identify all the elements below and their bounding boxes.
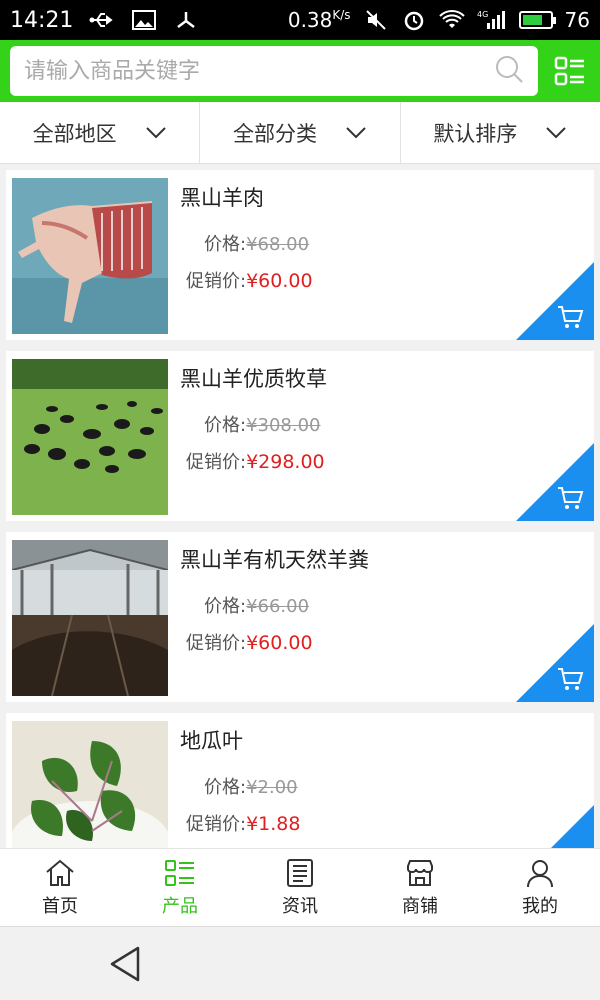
news-icon <box>287 858 313 887</box>
original-price: 价格:¥68.00 <box>204 234 310 255</box>
filter-sort[interactable]: 默认排序 <box>401 102 600 163</box>
tab-label: 产品 <box>162 895 198 917</box>
product-card[interactable]: 黑山羊肉 价格:¥68.00 促销价:¥60.00 <box>6 170 594 340</box>
system-nav-bar <box>0 926 600 1000</box>
original-price: 价格:¥66.00 <box>204 596 310 617</box>
wifi-icon <box>438 9 465 31</box>
product-card[interactable]: 黑山羊优质牧草 价格:¥308.00 促销价:¥298.00 <box>6 351 594 521</box>
sale-price: 促销价:¥60.00 <box>186 632 313 654</box>
tab-label: 商铺 <box>402 895 438 917</box>
cart-icon <box>558 668 584 690</box>
bottom-tab-bar: 首页 产品 资讯 商铺 我的 <box>0 848 600 926</box>
user-icon <box>527 859 553 887</box>
product-name: 黑山羊肉 <box>180 186 264 210</box>
home-icon <box>46 859 74 886</box>
battery-icon <box>518 11 556 29</box>
add-to-cart-button[interactable] <box>516 262 594 340</box>
add-to-cart-button[interactable] <box>516 624 594 702</box>
filter-label: 默认排序 <box>433 121 518 146</box>
shop-icon <box>407 859 433 886</box>
chevron-down-icon <box>346 126 366 138</box>
product-image <box>12 540 168 696</box>
product-card[interactable]: 黑山羊有机天然羊粪 价格:¥66.00 促销价:¥60.00 <box>6 532 594 702</box>
search-icon[interactable] <box>494 54 524 88</box>
share-icon <box>173 9 199 31</box>
chevron-down-icon <box>145 126 166 138</box>
list-menu-icon <box>554 56 584 86</box>
sale-price: 促销价:¥298.00 <box>186 451 325 473</box>
search-input[interactable] <box>24 58 494 84</box>
cart-icon <box>558 306 584 328</box>
battery-level: 76 <box>564 8 590 32</box>
search-box[interactable] <box>10 46 538 96</box>
product-name: 黑山羊有机天然羊粪 <box>180 548 369 572</box>
product-image <box>12 359 168 515</box>
chevron-down-icon <box>546 126 567 138</box>
status-time: 14:21 <box>10 7 74 33</box>
tab-label: 我的 <box>522 895 558 917</box>
tab-label: 首页 <box>42 895 78 917</box>
tab-news[interactable]: 资讯 <box>240 849 360 926</box>
search-bar <box>0 40 600 102</box>
status-bar: 14:21 0.38K/s 4G 76 <box>0 0 600 40</box>
back-triangle-icon[interactable] <box>108 945 142 983</box>
product-list: 黑山羊肉 价格:¥68.00 促销价:¥60.00 黑山羊优质牧草 价格:¥30… <box>6 170 594 894</box>
tab-mine[interactable]: 我的 <box>480 849 600 926</box>
category-menu-button[interactable] <box>550 51 590 91</box>
product-image <box>12 178 168 334</box>
product-list-icon <box>165 859 194 886</box>
product-name: 地瓜叶 <box>180 729 243 753</box>
svg-text:4G: 4G <box>477 10 488 19</box>
product-name: 黑山羊优质牧草 <box>180 367 327 391</box>
signal-icon: 4G <box>477 9 507 31</box>
image-icon <box>131 9 157 31</box>
mute-icon <box>363 9 389 31</box>
usb-icon <box>89 9 115 31</box>
tab-label: 资讯 <box>282 895 318 917</box>
filter-category[interactable]: 全部分类 <box>200 102 401 163</box>
sale-price: 促销价:¥1.88 <box>186 813 301 835</box>
tab-products[interactable]: 产品 <box>120 849 240 926</box>
original-price: 价格:¥308.00 <box>204 415 321 436</box>
cart-icon <box>558 487 584 509</box>
network-speed: 0.38K/s <box>287 8 351 32</box>
alarm-icon <box>401 9 427 31</box>
sale-price: 促销价:¥60.00 <box>186 270 313 292</box>
tab-shop[interactable]: 商铺 <box>360 849 480 926</box>
original-price: 价格:¥2.00 <box>204 777 298 798</box>
filter-label: 全部地区 <box>32 121 117 146</box>
filter-bar: 全部地区 全部分类 默认排序 <box>0 102 600 164</box>
tab-home[interactable]: 首页 <box>0 849 120 926</box>
add-to-cart-button[interactable] <box>516 443 594 521</box>
filter-label: 全部分类 <box>232 121 317 146</box>
filter-region[interactable]: 全部地区 <box>0 102 201 163</box>
